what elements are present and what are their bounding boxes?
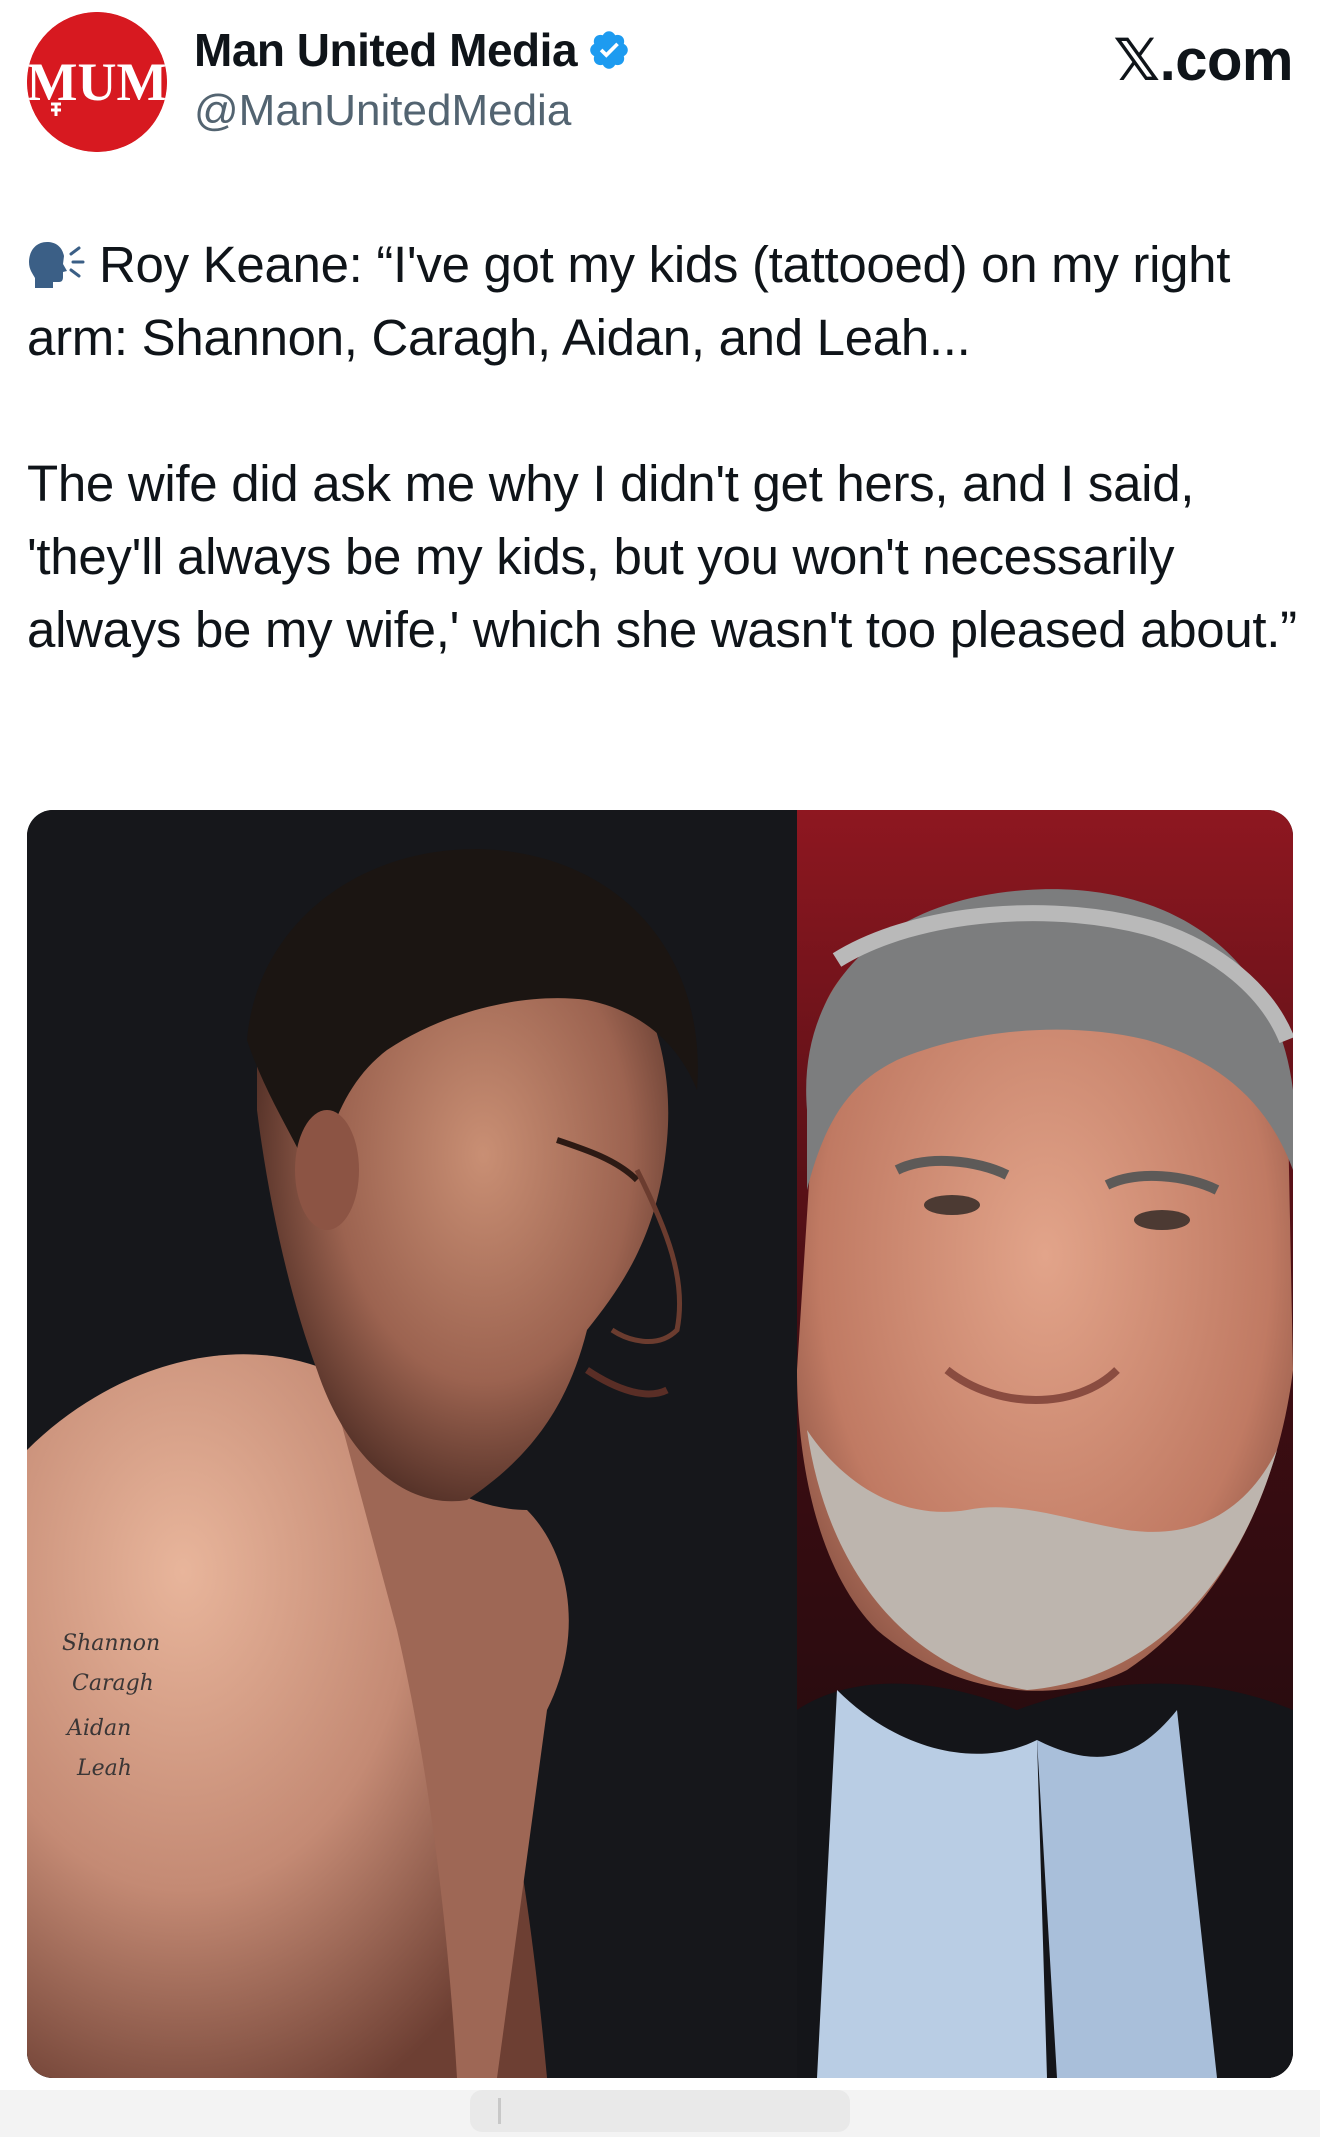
tweet-body: Roy Keane: “I've got my kids (tattooed) … (27, 228, 1297, 666)
display-name[interactable]: Man United Media (194, 23, 578, 77)
tweet-paragraph-2: The wife did ask me why I didn't get her… (27, 455, 1297, 658)
svg-text:Caragh: Caragh (72, 1671, 154, 1696)
svg-text:Shannon: Shannon (62, 1631, 160, 1656)
tweet-paragraph-1: Roy Keane: “I've got my kids (tattooed) … (27, 228, 1297, 374)
man-united-media-logo-icon: MUM (27, 12, 167, 152)
speaking-head-icon (29, 242, 85, 288)
tweet-paragraph-1-text: Roy Keane: “I've got my kids (tattooed) … (27, 236, 1231, 366)
bottom-drag-handle[interactable] (470, 2090, 850, 2132)
account-handle[interactable]: @ManUnitedMedia (194, 86, 631, 136)
account-avatar[interactable]: MUM (27, 12, 167, 152)
photo-young-keane: Shannon Caragh Aidan Leah (27, 810, 797, 2078)
svg-text:Leah: Leah (76, 1756, 132, 1781)
tweet-media[interactable]: Shannon Caragh Aidan Leah (27, 810, 1293, 2078)
tweet-header: MUM Man United Media @ManUnitedMedia 𝕏.c… (27, 12, 1293, 152)
verified-badge-icon (590, 31, 628, 69)
svg-text:Aidan: Aidan (65, 1716, 131, 1741)
pundit-photo-icon (797, 810, 1293, 2078)
display-name-row: Man United Media (194, 22, 631, 78)
svg-text:MUM: MUM (27, 52, 167, 112)
site-watermark: 𝕏.com (1113, 28, 1293, 93)
young-player-photo-icon: Shannon Caragh Aidan Leah (27, 810, 797, 2078)
photo-older-keane (797, 810, 1293, 2078)
account-name-block: Man United Media @ManUnitedMedia (194, 22, 631, 136)
